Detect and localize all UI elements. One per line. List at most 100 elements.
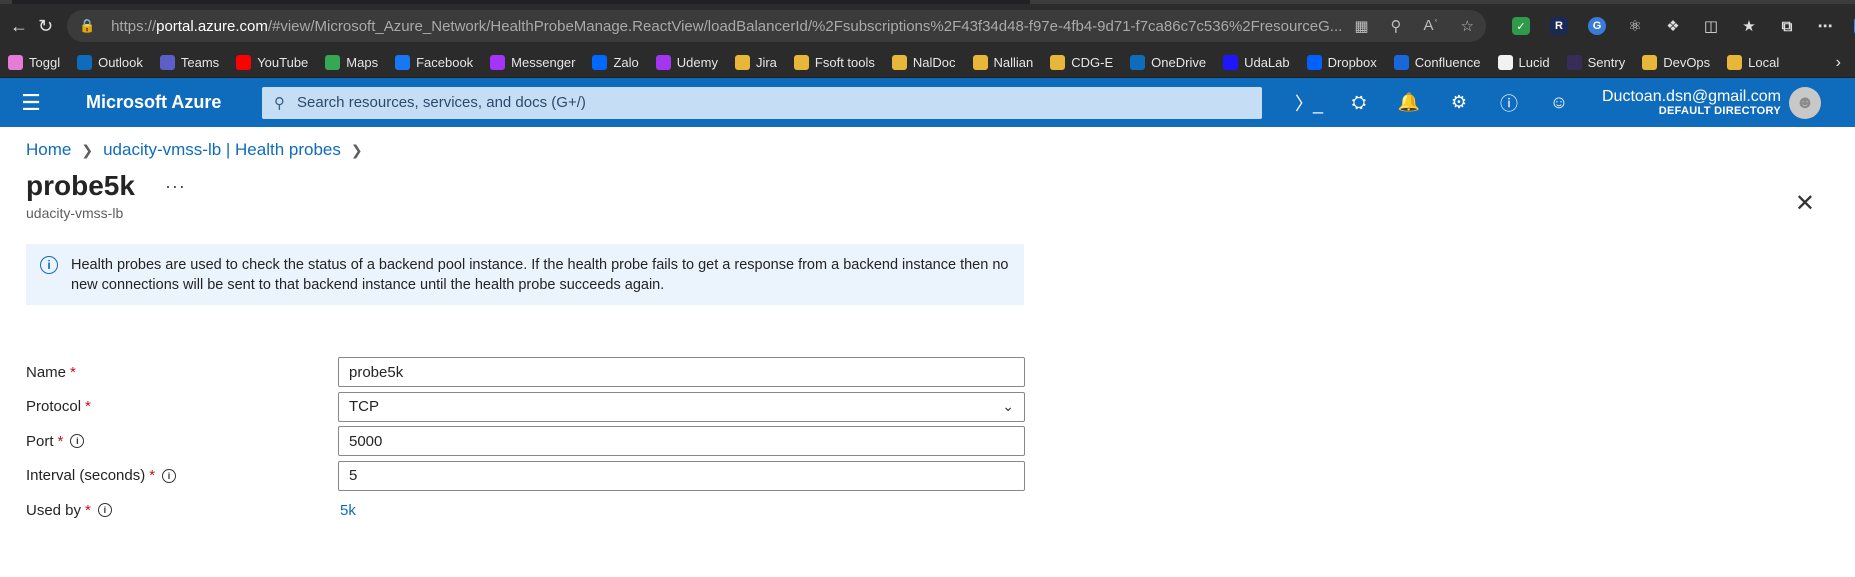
bookmark-item[interactable]: YouTube [236, 55, 308, 70]
bookmark-label: Messenger [511, 55, 576, 70]
required-mark: * [70, 363, 76, 381]
bookmark-icon [734, 55, 750, 70]
name-input[interactable]: probe5k [338, 357, 1025, 387]
bookmark-item[interactable]: Outlook [77, 55, 143, 70]
bookmark-item[interactable]: Udemy [655, 55, 718, 70]
directory-filter-icon[interactable]: ⛭ [1334, 78, 1384, 127]
breadcrumb-home[interactable]: Home [26, 140, 71, 160]
interval-info-icon[interactable]: i [162, 468, 177, 483]
bookmark-item[interactable]: Confluence [1393, 55, 1481, 70]
bookmark-icon [1050, 55, 1066, 70]
bookmark-item[interactable]: NalDoc [891, 55, 956, 70]
used-by-info-icon[interactable]: i [97, 503, 112, 517]
required-mark: * [85, 398, 91, 415]
bookmark-icon [1393, 55, 1409, 70]
name-label-text: Name [26, 363, 67, 381]
bookmark-icon [490, 55, 506, 70]
back-icon[interactable]: ← [10, 11, 28, 41]
bookmark-item[interactable]: Messenger [490, 55, 575, 70]
close-icon[interactable]: ✕ [1795, 189, 1815, 218]
bookmark-label: YouTube [257, 55, 309, 70]
bookmark-item[interactable]: CDG-E [1050, 55, 1113, 70]
bookmark-item[interactable]: Zalo [592, 55, 639, 70]
used-by-label: Used by * i [26, 502, 338, 519]
bookmark-icon [1306, 55, 1322, 70]
bookmark-item[interactable]: Toggl [8, 55, 60, 70]
bookmark-icon [1566, 55, 1582, 70]
port-info-icon[interactable]: i [70, 434, 85, 448]
bookmark-icon [793, 55, 809, 70]
azure-brand[interactable]: Microsoft Azure [62, 92, 264, 113]
bookmark-icon [395, 55, 411, 70]
bookmarks-bar: Toggl Outlook Teams YouTube Maps Facebook Mess… [0, 48, 1855, 78]
used-by-link[interactable]: 5k [338, 502, 356, 519]
favorites-icon[interactable]: ★ [1740, 17, 1758, 35]
grammar-extension-icon[interactable]: G [1587, 17, 1606, 35]
main-content: Home ❯ udacity-vmss-lb | Health probes ❯… [0, 139, 1855, 525]
bookmark-label: Facebook [416, 55, 474, 70]
interval-input[interactable]: 5 [338, 460, 1025, 491]
favorite-star-icon[interactable]: ☆ [1461, 17, 1474, 35]
url-text[interactable]: https://portal.azure.com/#view/Microsoft… [111, 18, 1342, 35]
portal-menu-icon[interactable]: ☰ [0, 90, 62, 116]
bookmark-icon [159, 55, 175, 70]
global-search-input[interactable]: ⚲ Search resources, services, and docs (… [262, 86, 1262, 119]
notifications-bell-icon[interactable]: 🔔 [1384, 78, 1434, 127]
bookmark-item[interactable]: Sentry [1566, 55, 1626, 70]
address-bar[interactable]: 🔒 https://portal.azure.com/#view/Microso… [67, 10, 1486, 42]
info-text: Health probes are used to check the stat… [71, 257, 1009, 293]
bookmark-label: Confluence [1414, 55, 1481, 70]
breadcrumb-health-probes[interactable]: udacity-vmss-lb | Health probes [103, 140, 341, 160]
bookmark-item[interactable]: Jira [734, 55, 777, 70]
account-email: Ductoan.dsn@gmail.com [1602, 87, 1781, 105]
split-screen-icon[interactable]: ◫ [1702, 17, 1720, 35]
cloud-shell-icon[interactable]: 〉_ [1284, 78, 1334, 127]
bookmark-label: CDG-E [1071, 55, 1114, 70]
protocol-dropdown[interactable]: TCP ⌄ [338, 391, 1025, 422]
feedback-icon[interactable]: ☺ [1534, 78, 1584, 127]
help-icon[interactable]: ⓘ [1484, 78, 1534, 127]
bookmark-icon [325, 55, 341, 70]
more-options-icon[interactable]: ··· [165, 176, 186, 197]
protocol-value: TCP [349, 398, 379, 415]
bookmark-item[interactable]: Local [1727, 55, 1779, 70]
bookmark-icon [236, 55, 252, 70]
zoom-icon[interactable]: ⚲ [1391, 17, 1402, 35]
collections-icon[interactable]: ⧉ [1778, 17, 1796, 35]
app-available-icon[interactable]: ▦ [1354, 17, 1368, 35]
bookmark-item[interactable]: Lucid [1497, 55, 1550, 70]
required-mark: * [149, 467, 156, 484]
more-menu-icon[interactable]: ⋯ [1816, 17, 1834, 35]
info-banner: i Health probes are used to check the st… [26, 244, 1024, 305]
bookmarks-overflow-icon[interactable]: › [1836, 54, 1847, 72]
bookmark-item[interactable]: DevOps [1642, 55, 1710, 70]
r-extension-icon[interactable]: R [1549, 17, 1568, 35]
bookmark-item[interactable]: UdaLab [1223, 55, 1290, 70]
account-info[interactable]: Ductoan.dsn@gmail.com DEFAULT DIRECTORY [1602, 88, 1781, 118]
bookmark-label: Nallian [993, 55, 1034, 70]
bookmark-label: Teams [180, 55, 220, 70]
bookmark-item[interactable]: OneDrive [1130, 55, 1206, 70]
bookmark-item[interactable]: Teams [159, 55, 220, 70]
read-aloud-icon[interactable]: Aʿ [1424, 17, 1439, 35]
bookmark-icon [1642, 55, 1658, 70]
bookmark-item[interactable]: Nallian [972, 55, 1034, 70]
bookmark-label: Lucid [1518, 55, 1550, 70]
react-devtools-icon[interactable]: ⚛ [1626, 17, 1644, 35]
bookmark-item[interactable]: Fsoft tools [793, 55, 875, 70]
url-host: portal.azure.com [156, 17, 268, 35]
settings-gear-icon[interactable]: ⚙ [1434, 78, 1484, 127]
refresh-icon[interactable]: ↻ [38, 11, 53, 41]
shield-extension-icon[interactable]: ✓ [1511, 17, 1530, 35]
bookmark-label: NalDoc [912, 55, 956, 70]
avatar[interactable]: ☻ [1788, 86, 1821, 119]
bookmark-item[interactable]: Dropbox [1306, 55, 1377, 70]
bookmark-label: DevOps [1663, 55, 1711, 70]
bookmark-item[interactable]: Maps [325, 55, 378, 70]
bookmark-icon [8, 55, 23, 70]
port-input[interactable]: 5000 [338, 426, 1025, 456]
bookmark-item[interactable]: Facebook [395, 55, 473, 70]
bookmark-label: Sentry [1587, 55, 1626, 70]
bookmark-label: Dropbox [1327, 55, 1377, 70]
extensions-icon[interactable]: ❖ [1664, 17, 1682, 35]
